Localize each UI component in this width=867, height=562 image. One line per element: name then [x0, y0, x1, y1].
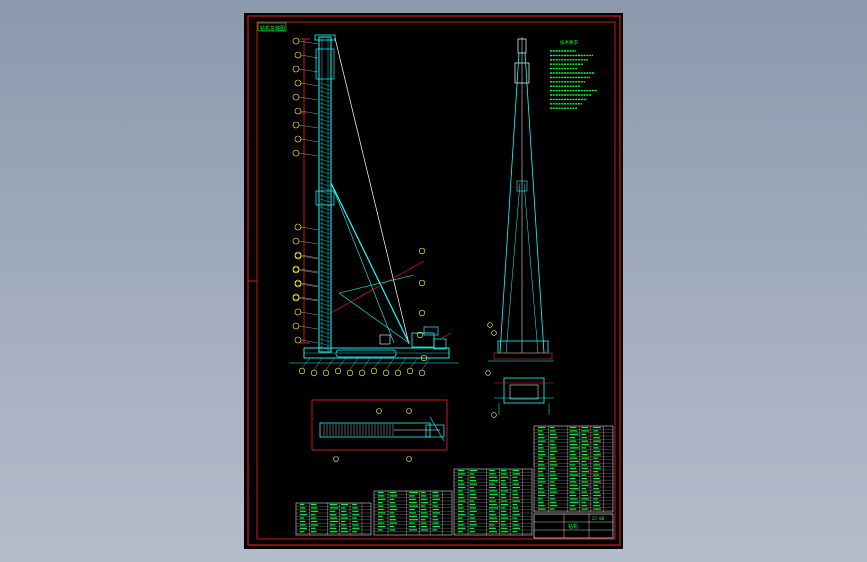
callout-balloon — [418, 369, 426, 377]
callout-balloon — [322, 369, 330, 377]
cad-viewport[interactable]: 钻机总装图 技术要求 钻机 ZJ-00 — [0, 0, 867, 562]
technical-notes: 技术要求 — [550, 39, 597, 109]
callout-balloon — [358, 369, 366, 377]
callout-balloon — [370, 367, 378, 375]
drill-mast — [318, 36, 332, 353]
callout-balloon — [292, 65, 300, 73]
title-block-drawing-no: ZJ-00 — [592, 516, 605, 521]
callout-balloon — [346, 369, 354, 377]
mast-lattice — [319, 82, 331, 351]
callout-balloon — [292, 237, 300, 245]
callout-balloon — [294, 51, 302, 59]
crawler-track-icon — [335, 349, 397, 358]
plan-view — [311, 399, 448, 462]
callout-balloon — [394, 369, 402, 377]
callout-balloons-left — [292, 37, 319, 344]
callout-balloon — [292, 322, 300, 330]
title-block-title: 钻机 — [568, 523, 578, 530]
title-block: 钻机 ZJ-00 — [533, 513, 614, 539]
callout-balloon — [294, 107, 302, 115]
callout-balloon — [418, 247, 426, 255]
tech-notes-lines — [550, 50, 597, 109]
plan-hatch — [323, 424, 394, 436]
callout-balloon — [294, 308, 302, 316]
callout-balloon — [406, 367, 414, 375]
callout-balloon — [294, 135, 302, 143]
callout-balloon — [382, 369, 390, 377]
callout-balloon — [298, 367, 306, 375]
callout-balloon — [294, 223, 302, 231]
callout-balloon — [292, 149, 300, 157]
callout-balloon — [334, 367, 342, 375]
front-elevation-view — [487, 37, 554, 362]
drawing-sheet: 钻机总装图 技术要求 钻机 ZJ-00 — [244, 13, 623, 549]
callout-balloon — [294, 336, 302, 344]
callout-balloon — [418, 309, 426, 317]
tech-notes-heading: 技术要求 — [560, 39, 578, 46]
callout-balloon — [292, 121, 300, 129]
title-tag-text: 钻机总装图 — [260, 25, 285, 32]
callout-balloon — [310, 369, 318, 377]
callout-balloon — [294, 79, 302, 87]
callout-balloon — [292, 93, 300, 101]
cad-drawing: 钻机总装图 技术要求 钻机 ZJ-00 — [247, 15, 621, 546]
side-elevation-view — [289, 34, 459, 377]
section-view — [485, 370, 554, 418]
callout-balloon — [418, 279, 426, 287]
callout-balloon — [292, 37, 300, 45]
brace-strut — [330, 182, 410, 344]
